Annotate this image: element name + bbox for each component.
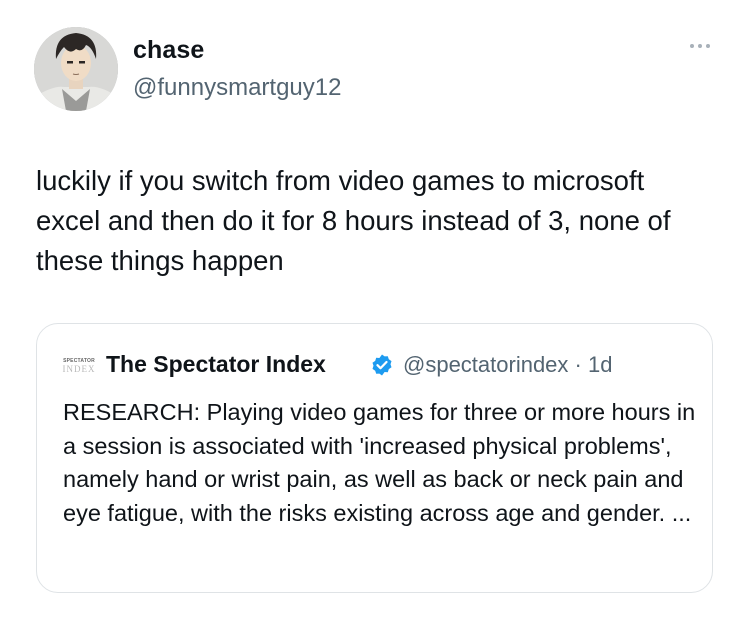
quoted-author-avatar[interactable]: SPECTATOR INDEX [61, 355, 97, 377]
author-name[interactable]: chase [133, 36, 204, 65]
quoted-handle-time[interactable]: @spectatorindex · 1d [403, 352, 612, 378]
tweet: chase @funnysmartguy12 luckily if you sw… [0, 0, 750, 622]
author-handle[interactable]: @funnysmartguy12 [133, 74, 341, 102]
quoted-author-name[interactable]: The Spectator Index [106, 351, 326, 378]
dot [698, 44, 702, 48]
avatar-logo-line2: INDEX [62, 364, 96, 374]
tweet-text: luckily if you switch from video games t… [36, 165, 671, 276]
verified-badge-icon [372, 354, 392, 376]
avatar-image [34, 27, 118, 111]
dot [706, 44, 710, 48]
dot [690, 44, 694, 48]
quoted-tweet-card[interactable]: SPECTATOR INDEX The Spectator Index @spe… [36, 323, 713, 593]
author-avatar[interactable] [34, 27, 118, 111]
quoted-tweet-text: RESEARCH: Playing video games for three … [63, 399, 696, 526]
more-options-icon[interactable] [680, 34, 720, 58]
